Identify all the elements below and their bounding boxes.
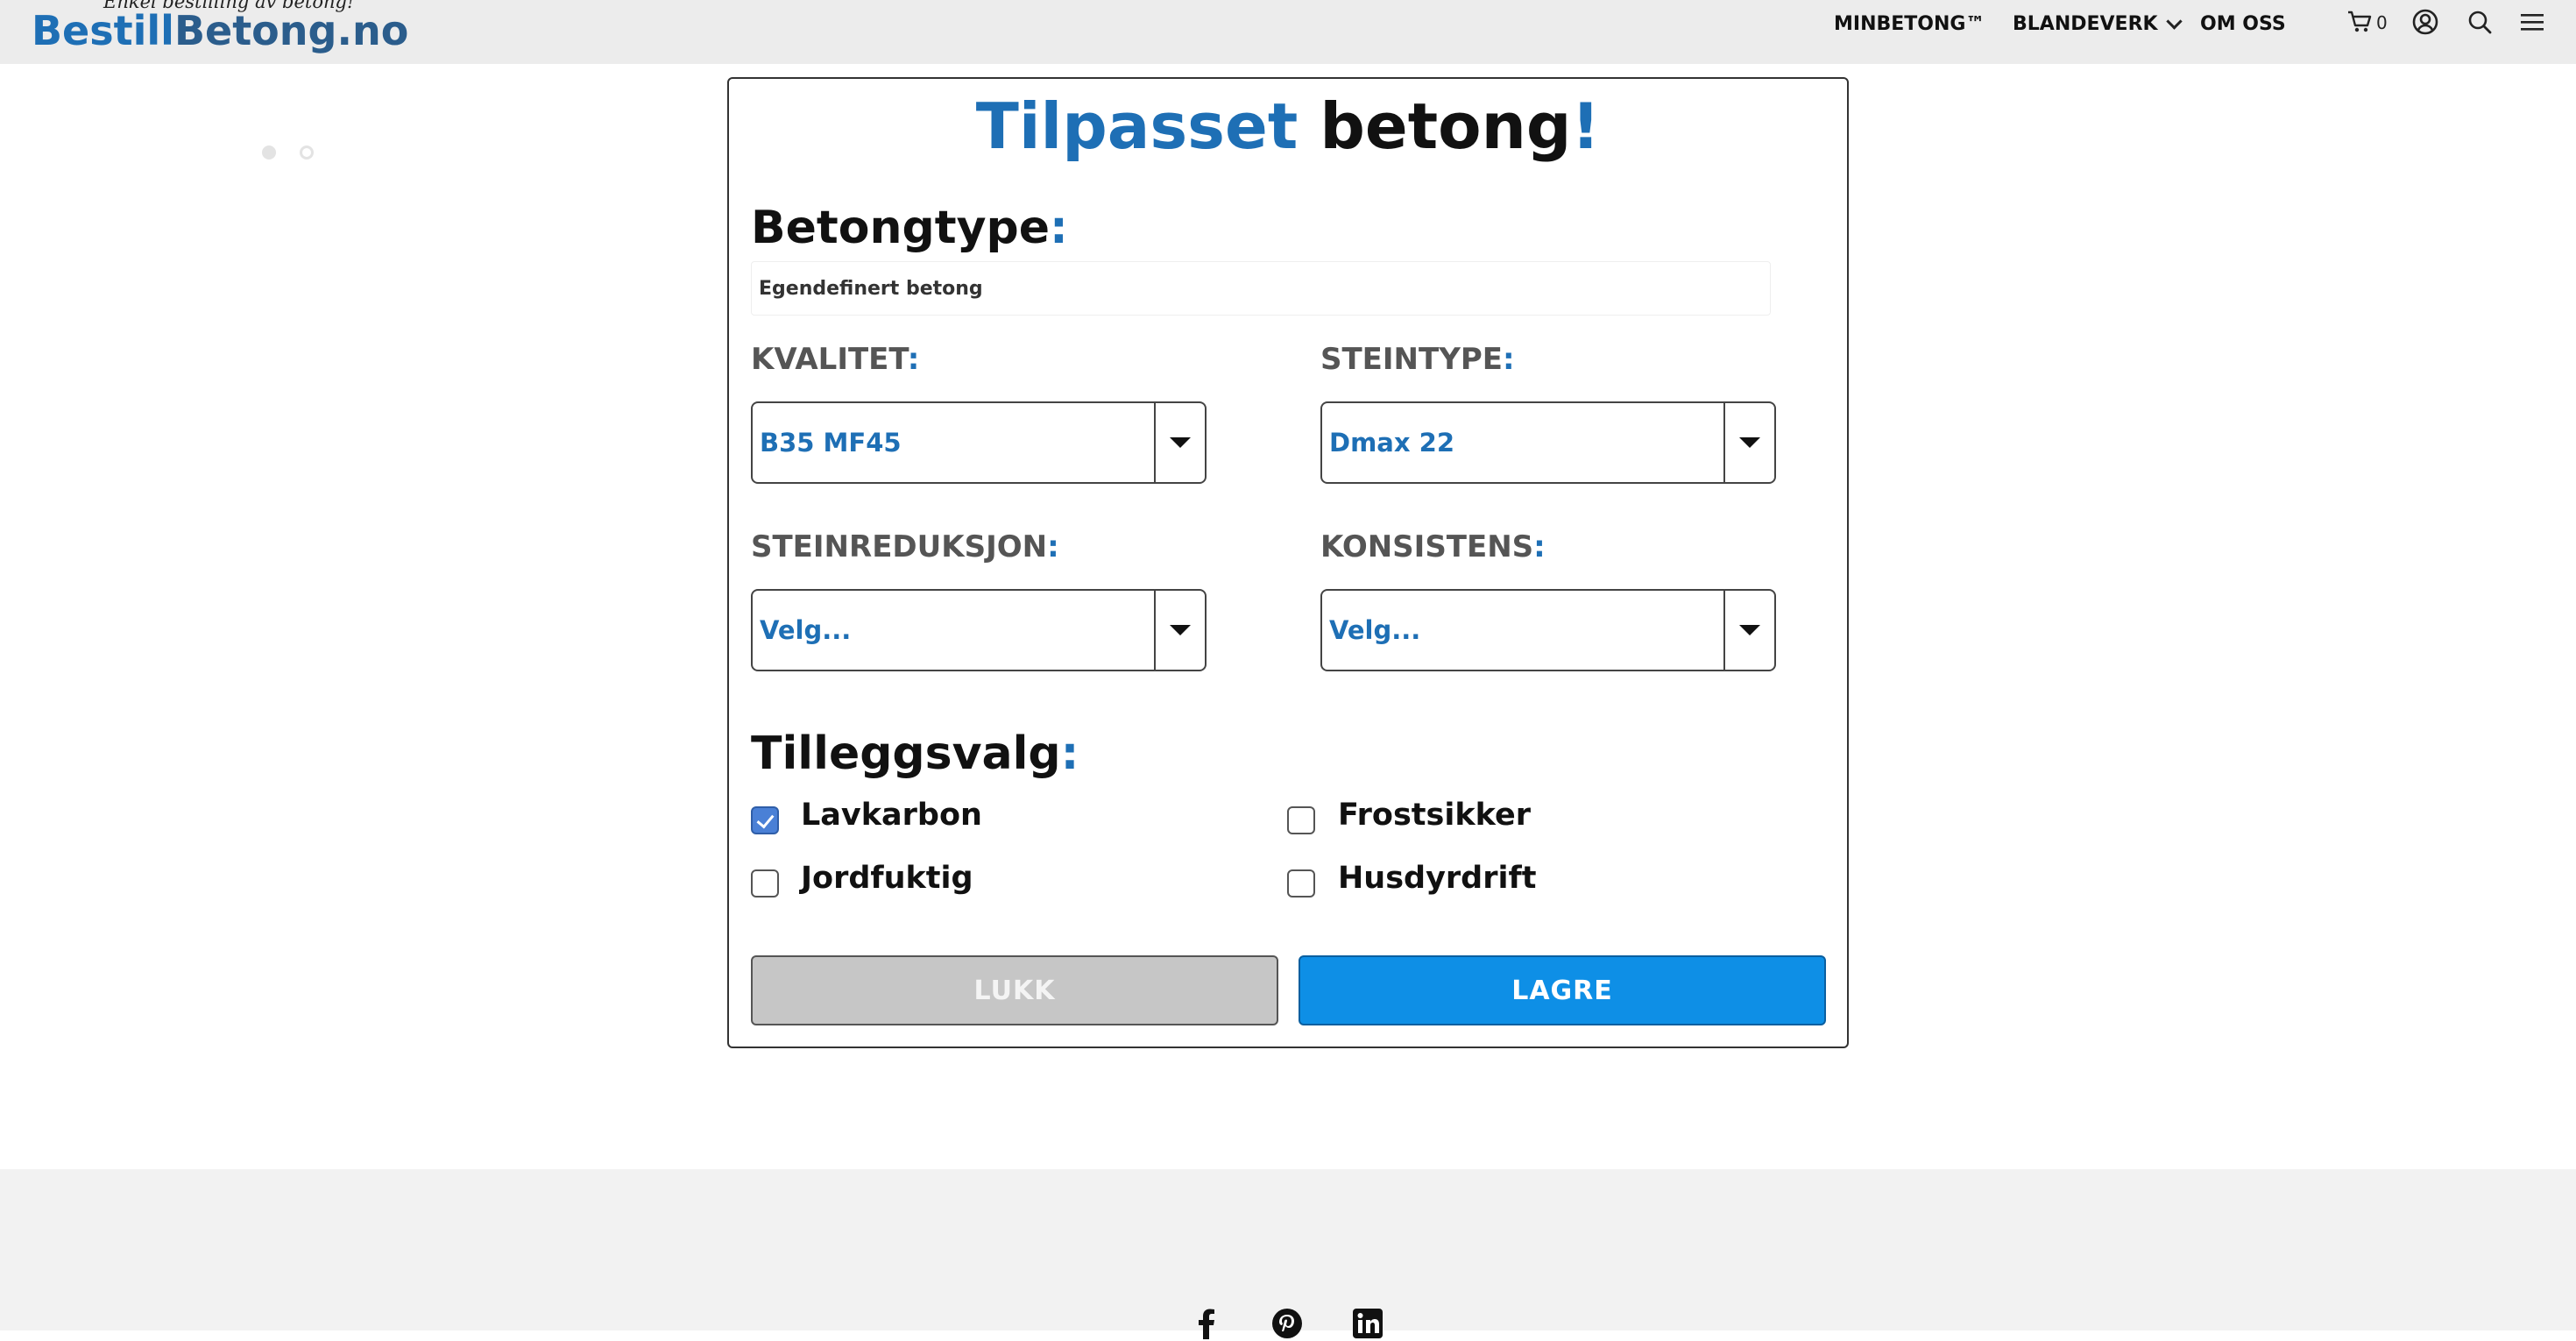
cart-icon[interactable]: [2345, 7, 2374, 37]
checkbox-jordfuktig[interactable]: [751, 869, 779, 898]
tilleggsvalg-heading: Tilleggsvalg:: [751, 727, 1079, 780]
linkedin-icon[interactable]: [1350, 1306, 1385, 1341]
kvalitet-select-value: B35 MF45: [760, 428, 902, 458]
steinreduksjon-select-value: Velg...: [760, 615, 852, 645]
heading-colon: :: [1049, 202, 1068, 254]
title-word-tilpasset: Tilpasset: [975, 89, 1299, 163]
slider-dot-2[interactable]: [300, 145, 314, 160]
nav-item-blandeverk[interactable]: BLANDEVERK: [2013, 11, 2183, 37]
checkbox-label-husdyrdrift[interactable]: Husdyrdrift: [1338, 861, 1536, 896]
site-logo[interactable]: BestillBetong.no: [32, 7, 408, 54]
checkbox-label-frostsikker[interactable]: Frostsikker: [1338, 798, 1531, 833]
close-button[interactable]: LUKK: [751, 955, 1278, 1025]
tilleggsvalg-heading-text: Tilleggsvalg: [751, 727, 1061, 780]
nav-item-minbetong[interactable]: MINBETONG™: [1834, 11, 1985, 37]
label-colon: :: [1047, 529, 1059, 564]
pinterest-icon[interactable]: [1270, 1306, 1305, 1341]
konsistens-label: KONSISTENS:: [1320, 529, 1546, 564]
search-icon[interactable]: [2465, 7, 2495, 37]
kvalitet-select[interactable]: B35 MF45: [751, 401, 1207, 484]
dropdown-arrow-icon[interactable]: [1154, 403, 1205, 482]
steintype-select[interactable]: Dmax 22: [1320, 401, 1776, 484]
label-colon: :: [907, 342, 920, 377]
steintype-label: STEINTYPE:: [1320, 342, 1515, 377]
nav-item-om-oss[interactable]: OM OSS: [2200, 11, 2286, 37]
title-exclaim: !: [1571, 89, 1601, 163]
title-word-betong: betong: [1320, 89, 1572, 163]
steinreduksjon-label: STEINREDUKSJON:: [751, 529, 1059, 564]
label-colon: :: [1502, 342, 1515, 377]
kvalitet-label: KVALITET:: [751, 342, 919, 377]
kvalitet-label-text: KVALITET: [751, 342, 908, 377]
betongtype-heading-text: Betongtype: [751, 202, 1050, 254]
slider-dot-1[interactable]: [262, 145, 276, 160]
logo-text-bestill: Bestill: [32, 7, 174, 54]
betongtype-field[interactable]: Egendefinert betong: [751, 261, 1771, 316]
dropdown-arrow-icon[interactable]: [1154, 591, 1205, 670]
checkbox-label-lavkarbon[interactable]: Lavkarbon: [801, 798, 982, 833]
facebook-icon[interactable]: [1189, 1306, 1224, 1341]
dropdown-arrow-icon[interactable]: [1723, 591, 1774, 670]
checkbox-lavkarbon[interactable]: [751, 806, 779, 834]
steintype-select-value: Dmax 22: [1329, 428, 1455, 458]
custom-concrete-dialog: Tilpasset betong! Betongtype: Egendefine…: [727, 77, 1849, 1048]
dialog-title: Tilpasset betong!: [729, 89, 1847, 163]
konsistens-select[interactable]: Velg...: [1320, 589, 1776, 671]
site-header: Enkel bestilling av betong! BestillBeton…: [0, 0, 2576, 64]
menu-icon[interactable]: [2517, 7, 2547, 37]
heading-colon: :: [1060, 727, 1079, 780]
label-colon: :: [1533, 529, 1546, 564]
checkbox-husdyrdrift[interactable]: [1287, 869, 1315, 898]
betongtype-heading: Betongtype:: [751, 202, 1068, 254]
steinreduksjon-label-text: STEINREDUKSJON: [751, 529, 1048, 564]
steinreduksjon-select[interactable]: Velg...: [751, 589, 1207, 671]
nav-item-blandeverk-label: BLANDEVERK: [2013, 12, 2158, 35]
chevron-down-icon: [2165, 12, 2183, 30]
dropdown-arrow-icon[interactable]: [1723, 403, 1774, 482]
user-icon[interactable]: [2410, 7, 2440, 37]
konsistens-select-value: Velg...: [1329, 615, 1421, 645]
save-button[interactable]: LAGRE: [1299, 955, 1826, 1025]
logo-text-betong: Betong.no: [173, 7, 409, 54]
steintype-label-text: STEINTYPE: [1320, 342, 1503, 377]
checkbox-label-jordfuktig[interactable]: Jordfuktig: [801, 861, 973, 896]
checkbox-frostsikker[interactable]: [1287, 806, 1315, 834]
cart-count: 0: [2376, 12, 2388, 33]
konsistens-label-text: KONSISTENS: [1320, 529, 1534, 564]
